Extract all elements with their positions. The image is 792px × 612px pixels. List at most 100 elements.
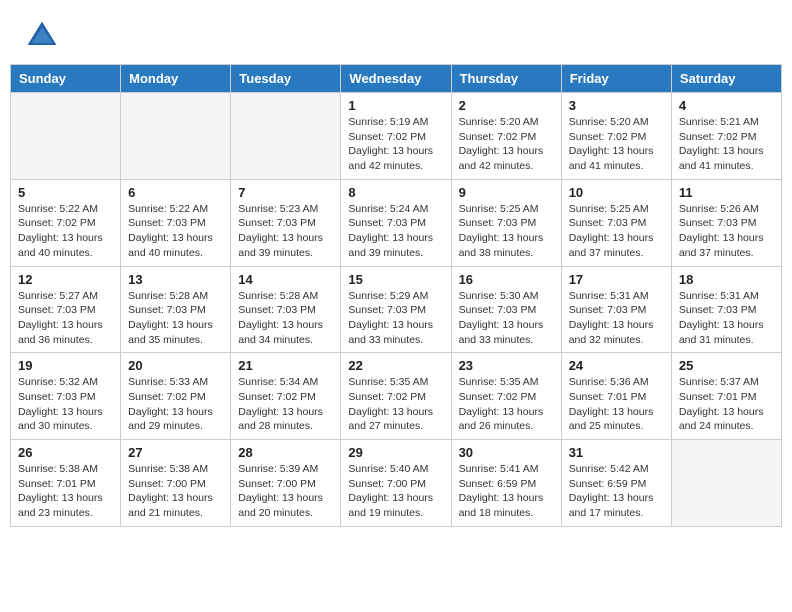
day-number: 16 <box>459 272 554 287</box>
day-info: Sunrise: 5:28 AM Sunset: 7:03 PM Dayligh… <box>128 289 223 348</box>
day-number: 2 <box>459 98 554 113</box>
day-number: 24 <box>569 358 664 373</box>
column-header-thursday: Thursday <box>451 65 561 93</box>
day-info: Sunrise: 5:35 AM Sunset: 7:02 PM Dayligh… <box>348 375 443 434</box>
day-number: 1 <box>348 98 443 113</box>
calendar-cell: 10 Sunrise: 5:25 AM Sunset: 7:03 PM Dayli… <box>561 179 671 266</box>
calendar-cell: 5 Sunrise: 5:22 AM Sunset: 7:02 PM Daylig… <box>11 179 121 266</box>
calendar-cell: 8Sunrise: 5:24 AM Sunset: 7:03 PM Daylig… <box>341 179 451 266</box>
calendar-cell: 29 Sunrise: 5:40 AM Sunset: 7:00 PM Dayli… <box>341 440 451 527</box>
day-number: 23 <box>459 358 554 373</box>
day-info: Sunrise: 5:37 AM Sunset: 7:01 PM Dayligh… <box>679 375 774 434</box>
day-number: 29 <box>348 445 443 460</box>
calendar-week-2: 5 Sunrise: 5:22 AM Sunset: 7:02 PM Daylig… <box>11 179 782 266</box>
day-number: 15 <box>348 272 443 287</box>
day-info: Sunrise: 5:31 AM Sunset: 7:03 PM Dayligh… <box>569 289 664 348</box>
column-header-saturday: Saturday <box>671 65 781 93</box>
column-header-friday: Friday <box>561 65 671 93</box>
day-number: 8 <box>348 185 443 200</box>
day-info: Sunrise: 5:40 AM Sunset: 7:00 PM Dayligh… <box>348 462 443 521</box>
calendar-cell: 11Sunrise: 5:26 AM Sunset: 7:03 PM Dayli… <box>671 179 781 266</box>
calendar-week-1: 1 Sunrise: 5:19 AM Sunset: 7:02 PM Daylig… <box>11 93 782 180</box>
day-info: Sunrise: 5:22 AM Sunset: 7:03 PM Dayligh… <box>128 202 223 261</box>
day-number: 22 <box>348 358 443 373</box>
day-number: 6 <box>128 185 223 200</box>
day-info: Sunrise: 5:26 AM Sunset: 7:03 PM Dayligh… <box>679 202 774 261</box>
calendar-cell: 31 Sunrise: 5:42 AM Sunset: 6:59 PM Dayli… <box>561 440 671 527</box>
day-number: 4 <box>679 98 774 113</box>
day-number: 30 <box>459 445 554 460</box>
day-info: Sunrise: 5:28 AM Sunset: 7:03 PM Dayligh… <box>238 289 333 348</box>
calendar-cell: 13 Sunrise: 5:28 AM Sunset: 7:03 PM Dayli… <box>121 266 231 353</box>
calendar-cell: 9 Sunrise: 5:25 AM Sunset: 7:03 PM Daylig… <box>451 179 561 266</box>
day-number: 21 <box>238 358 333 373</box>
calendar-cell: 21 Sunrise: 5:34 AM Sunset: 7:02 PM Dayli… <box>231 353 341 440</box>
day-info: Sunrise: 5:41 AM Sunset: 6:59 PM Dayligh… <box>459 462 554 521</box>
day-number: 5 <box>18 185 113 200</box>
day-info: Sunrise: 5:38 AM Sunset: 7:00 PM Dayligh… <box>128 462 223 521</box>
column-header-sunday: Sunday <box>11 65 121 93</box>
day-info: Sunrise: 5:21 AM Sunset: 7:02 PM Dayligh… <box>679 115 774 174</box>
calendar-cell: 12 Sunrise: 5:27 AM Sunset: 7:03 PM Dayli… <box>11 266 121 353</box>
calendar-cell: 14 Sunrise: 5:28 AM Sunset: 7:03 PM Dayli… <box>231 266 341 353</box>
day-number: 7 <box>238 185 333 200</box>
calendar-cell: 6 Sunrise: 5:22 AM Sunset: 7:03 PM Daylig… <box>121 179 231 266</box>
day-info: Sunrise: 5:22 AM Sunset: 7:02 PM Dayligh… <box>18 202 113 261</box>
calendar-table: SundayMondayTuesdayWednesdayThursdayFrid… <box>10 64 782 527</box>
day-number: 19 <box>18 358 113 373</box>
calendar-cell: 3 Sunrise: 5:20 AM Sunset: 7:02 PM Daylig… <box>561 93 671 180</box>
day-info: Sunrise: 5:25 AM Sunset: 7:03 PM Dayligh… <box>459 202 554 261</box>
calendar-cell: 2 Sunrise: 5:20 AM Sunset: 7:02 PM Daylig… <box>451 93 561 180</box>
day-info: Sunrise: 5:25 AM Sunset: 7:03 PM Dayligh… <box>569 202 664 261</box>
calendar-cell: 22 Sunrise: 5:35 AM Sunset: 7:02 PM Dayli… <box>341 353 451 440</box>
calendar-cell <box>231 93 341 180</box>
day-number: 10 <box>569 185 664 200</box>
calendar-week-4: 19 Sunrise: 5:32 AM Sunset: 7:03 PM Dayli… <box>11 353 782 440</box>
day-info: Sunrise: 5:36 AM Sunset: 7:01 PM Dayligh… <box>569 375 664 434</box>
calendar-cell: 18 Sunrise: 5:31 AM Sunset: 7:03 PM Dayli… <box>671 266 781 353</box>
day-info: Sunrise: 5:32 AM Sunset: 7:03 PM Dayligh… <box>18 375 113 434</box>
day-info: Sunrise: 5:20 AM Sunset: 7:02 PM Dayligh… <box>459 115 554 174</box>
day-number: 9 <box>459 185 554 200</box>
column-header-monday: Monday <box>121 65 231 93</box>
day-number: 17 <box>569 272 664 287</box>
calendar-cell: 15 Sunrise: 5:29 AM Sunset: 7:03 PM Dayli… <box>341 266 451 353</box>
day-info: Sunrise: 5:29 AM Sunset: 7:03 PM Dayligh… <box>348 289 443 348</box>
day-info: Sunrise: 5:27 AM Sunset: 7:03 PM Dayligh… <box>18 289 113 348</box>
calendar-cell <box>671 440 781 527</box>
day-info: Sunrise: 5:19 AM Sunset: 7:02 PM Dayligh… <box>348 115 443 174</box>
day-number: 18 <box>679 272 774 287</box>
calendar-week-3: 12 Sunrise: 5:27 AM Sunset: 7:03 PM Dayli… <box>11 266 782 353</box>
page-header <box>0 0 792 64</box>
logo <box>24 18 64 54</box>
day-number: 20 <box>128 358 223 373</box>
day-info: Sunrise: 5:20 AM Sunset: 7:02 PM Dayligh… <box>569 115 664 174</box>
day-number: 13 <box>128 272 223 287</box>
day-info: Sunrise: 5:31 AM Sunset: 7:03 PM Dayligh… <box>679 289 774 348</box>
day-info: Sunrise: 5:30 AM Sunset: 7:03 PM Dayligh… <box>459 289 554 348</box>
day-info: Sunrise: 5:38 AM Sunset: 7:01 PM Dayligh… <box>18 462 113 521</box>
calendar-cell: 19 Sunrise: 5:32 AM Sunset: 7:03 PM Dayli… <box>11 353 121 440</box>
day-info: Sunrise: 5:39 AM Sunset: 7:00 PM Dayligh… <box>238 462 333 521</box>
day-info: Sunrise: 5:34 AM Sunset: 7:02 PM Dayligh… <box>238 375 333 434</box>
calendar-cell: 20 Sunrise: 5:33 AM Sunset: 7:02 PM Dayli… <box>121 353 231 440</box>
day-number: 14 <box>238 272 333 287</box>
day-info: Sunrise: 5:23 AM Sunset: 7:03 PM Dayligh… <box>238 202 333 261</box>
day-info: Sunrise: 5:33 AM Sunset: 7:02 PM Dayligh… <box>128 375 223 434</box>
calendar-cell: 23 Sunrise: 5:35 AM Sunset: 7:02 PM Dayli… <box>451 353 561 440</box>
day-number: 28 <box>238 445 333 460</box>
calendar-week-5: 26Sunrise: 5:38 AM Sunset: 7:01 PM Dayli… <box>11 440 782 527</box>
calendar-header-row: SundayMondayTuesdayWednesdayThursdayFrid… <box>11 65 782 93</box>
column-header-wednesday: Wednesday <box>341 65 451 93</box>
calendar-cell: 17 Sunrise: 5:31 AM Sunset: 7:03 PM Dayli… <box>561 266 671 353</box>
column-header-tuesday: Tuesday <box>231 65 341 93</box>
day-number: 3 <box>569 98 664 113</box>
calendar-cell: 24 Sunrise: 5:36 AM Sunset: 7:01 PM Dayli… <box>561 353 671 440</box>
calendar-cell <box>121 93 231 180</box>
calendar-cell: 27Sunrise: 5:38 AM Sunset: 7:00 PM Dayli… <box>121 440 231 527</box>
day-number: 31 <box>569 445 664 460</box>
day-number: 12 <box>18 272 113 287</box>
day-info: Sunrise: 5:35 AM Sunset: 7:02 PM Dayligh… <box>459 375 554 434</box>
day-info: Sunrise: 5:42 AM Sunset: 6:59 PM Dayligh… <box>569 462 664 521</box>
calendar-cell: 26Sunrise: 5:38 AM Sunset: 7:01 PM Dayli… <box>11 440 121 527</box>
